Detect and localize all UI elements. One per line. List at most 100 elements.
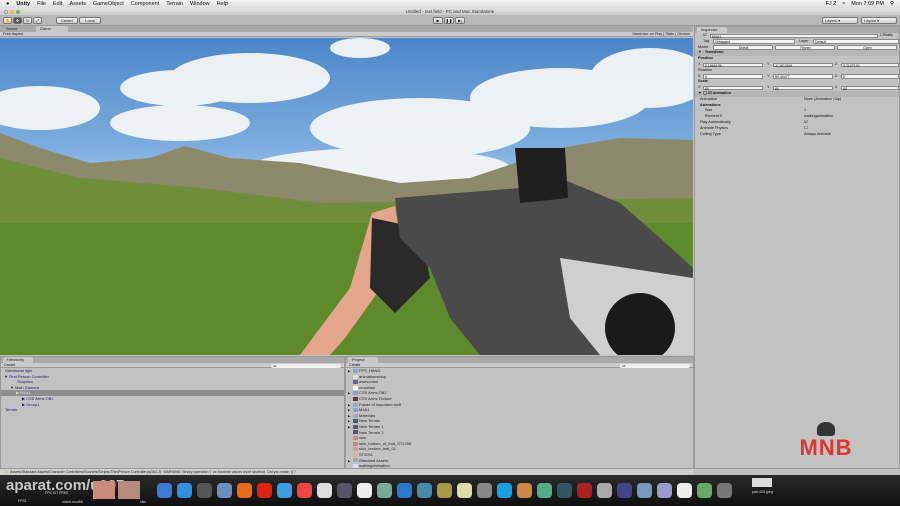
- layer-dropdown[interactable]: Default: [813, 39, 899, 44]
- scale-x[interactable]: 80: [703, 85, 763, 91]
- model-open-button[interactable]: Open: [837, 45, 897, 50]
- expand-arrow-icon[interactable]: ▶: [22, 396, 25, 401]
- rotate-tool-button[interactable]: ↻: [23, 17, 32, 24]
- project-item-label: FPS_HAND: [359, 368, 381, 373]
- clock[interactable]: Mon 7:09 PM: [851, 1, 884, 7]
- expand-arrow-icon[interactable]: ▼: [4, 374, 8, 379]
- dock-app-icon[interactable]: [217, 483, 232, 498]
- apple-icon[interactable]: ●: [6, 1, 9, 7]
- maximize-on-play-toggle[interactable]: Maximize on Play: [632, 32, 662, 36]
- dock-app-icon[interactable]: [157, 483, 172, 498]
- scale-z[interactable]: 80: [841, 85, 899, 91]
- dock-app-icon[interactable]: [657, 483, 672, 498]
- menu-app[interactable]: Unity: [16, 1, 30, 7]
- asset-icon: [353, 374, 358, 379]
- scale-tool-button[interactable]: ⤢: [33, 17, 42, 24]
- layout-dropdown[interactable]: Layout ▾: [861, 17, 897, 24]
- expand-arrow-icon[interactable]: ▶: [16, 390, 19, 395]
- project-item[interactable]: walkinganimation: [346, 463, 693, 469]
- asset-icon: [353, 396, 358, 401]
- wifi-icon[interactable]: ≈: [842, 1, 845, 7]
- culling-dropdown[interactable]: Always Animate: [804, 132, 831, 138]
- tag-dropdown[interactable]: Untagged: [713, 39, 795, 44]
- rotation-z[interactable]: 0: [841, 74, 899, 79]
- minimize-window-icon[interactable]: [10, 9, 14, 14]
- menu-window[interactable]: Window: [190, 1, 210, 7]
- hierarchy-item[interactable]: Terrain: [1, 407, 344, 413]
- object-name-field[interactable]: M4A1: [710, 33, 878, 38]
- dock-app-icon[interactable]: [257, 483, 272, 498]
- menu-gameobject[interactable]: GameObject: [93, 1, 124, 7]
- dock-app-icon[interactable]: [677, 483, 692, 498]
- model-revert-button[interactable]: Revert: [775, 45, 835, 50]
- aspect-dropdown[interactable]: Free Aspect: [3, 32, 23, 36]
- zoom-window-icon[interactable]: [16, 9, 20, 14]
- dock-app-icon[interactable]: [237, 483, 252, 498]
- game-view[interactable]: [0, 38, 693, 355]
- dock-app-icon[interactable]: [697, 483, 712, 498]
- pivot-local-button[interactable]: Local: [79, 17, 101, 24]
- dock-app-icon[interactable]: [637, 483, 652, 498]
- pause-button[interactable]: ❚❚: [444, 17, 454, 24]
- dock-file-thumb[interactable]: [752, 478, 772, 487]
- model-select-button[interactable]: Select: [713, 45, 773, 50]
- dock-app-icon[interactable]: [277, 483, 292, 498]
- play-button[interactable]: ▶: [433, 17, 443, 24]
- position-y[interactable]: -0.1812691: [773, 62, 833, 67]
- menu-help[interactable]: Help: [217, 1, 228, 7]
- dock-app-icon[interactable]: [497, 483, 512, 498]
- rotation-y[interactable]: 89.40477: [773, 74, 833, 79]
- close-window-icon[interactable]: [4, 9, 8, 14]
- hierarchy-search[interactable]: All: [271, 363, 341, 368]
- dock-app-icon[interactable]: [477, 483, 492, 498]
- dock-app-icon[interactable]: [337, 483, 352, 498]
- hierarchy-create-button[interactable]: Create: [4, 363, 15, 367]
- step-button[interactable]: ▶|: [455, 17, 465, 24]
- dock-app-icon[interactable]: [417, 483, 432, 498]
- layers-dropdown[interactable]: Layers ▾: [822, 17, 858, 24]
- rotation-x[interactable]: 0: [703, 74, 763, 79]
- pivot-center-button[interactable]: Center: [56, 17, 78, 24]
- position-x[interactable]: 0.1666195: [703, 62, 763, 67]
- dock-app-icon[interactable]: [517, 483, 532, 498]
- project-create-button[interactable]: Create: [349, 363, 360, 367]
- status-item[interactable]: FJ 2: [826, 1, 837, 7]
- dock-file-thumb[interactable]: [93, 481, 115, 499]
- menu-terrain[interactable]: Terrain: [166, 1, 183, 7]
- dock-app-icon[interactable]: [177, 483, 192, 498]
- project-search[interactable]: All: [620, 363, 690, 368]
- dock-app-icon[interactable]: [377, 483, 392, 498]
- window-titlebar: Untitled - test field - PC and Mac Stand…: [0, 8, 900, 15]
- project-item-label: awesomee: [359, 379, 379, 385]
- dock-app-icon[interactable]: [557, 483, 572, 498]
- dock-app-icon[interactable]: [457, 483, 472, 498]
- expand-arrow-icon[interactable]: ▼: [10, 385, 14, 390]
- project-item-label: M4A1: [359, 407, 370, 413]
- dock-app-icon[interactable]: [357, 483, 372, 498]
- dock-app-icon[interactable]: [297, 483, 312, 498]
- dock-app-icon[interactable]: [197, 483, 212, 498]
- status-message: Assets/Standard Assets/Character Control…: [10, 470, 296, 474]
- asset-icon: [353, 441, 358, 446]
- dock-app-icon[interactable]: [717, 483, 732, 498]
- dock-app-icon[interactable]: [597, 483, 612, 498]
- expand-arrow-icon[interactable]: ▶: [22, 402, 25, 407]
- dock-app-icon[interactable]: [577, 483, 592, 498]
- gizmos-dropdown[interactable]: Gizmos: [677, 32, 690, 36]
- stats-toggle[interactable]: Stats: [665, 32, 674, 36]
- dock-app-icon[interactable]: [437, 483, 452, 498]
- menu-assets[interactable]: Assets: [69, 1, 86, 7]
- dock-app-icon[interactable]: [537, 483, 552, 498]
- hand-tool-button[interactable]: ✋: [3, 17, 12, 24]
- dock-app-icon[interactable]: [317, 483, 332, 498]
- dock-file-thumb[interactable]: [118, 481, 140, 499]
- spotlight-icon[interactable]: ⚲: [890, 1, 894, 7]
- scale-y[interactable]: 80: [773, 85, 833, 91]
- position-z[interactable]: 0.2147194: [841, 62, 899, 67]
- dock-app-icon[interactable]: [397, 483, 412, 498]
- menu-component[interactable]: Component: [131, 1, 159, 7]
- menu-file[interactable]: File: [37, 1, 46, 7]
- move-tool-button[interactable]: ✥: [13, 17, 22, 24]
- menu-edit[interactable]: Edit: [53, 1, 62, 7]
- dock-app-icon[interactable]: [617, 483, 632, 498]
